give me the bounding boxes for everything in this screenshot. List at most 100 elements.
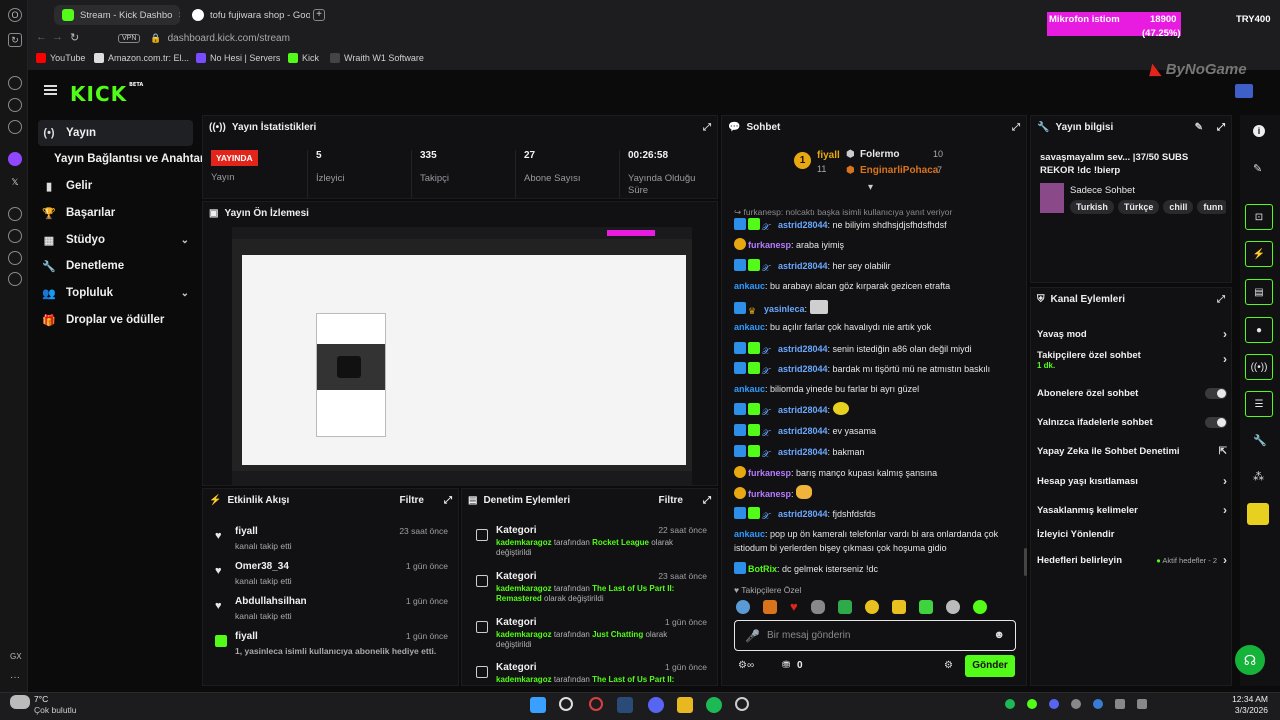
emotes-only-toggle[interactable]: [1205, 416, 1227, 428]
kick-logo[interactable]: KICK BETA: [70, 82, 143, 106]
opera-gx-icon[interactable]: [589, 697, 603, 711]
nav-gelir[interactable]: ▮ Gelir: [38, 173, 193, 199]
start-icon[interactable]: [530, 697, 546, 713]
extensions-icon[interactable]: [8, 251, 22, 265]
top-gifter-name[interactable]: fiyall: [817, 150, 840, 161]
nav-stream-key[interactable]: Yayın Bağlantısı ve Anahtarı: [50, 146, 210, 172]
emote-globe-icon[interactable]: [736, 600, 750, 614]
tag[interactable]: funn: [1197, 200, 1226, 214]
emote-cat-icon[interactable]: [891, 600, 906, 614]
expand-icon[interactable]: ⤢: [703, 122, 711, 133]
x-icon[interactable]: 𝕏: [8, 175, 22, 189]
steam-icon[interactable]: [617, 697, 633, 713]
chat-username[interactable]: ankauc: [734, 529, 765, 539]
emote-cup-icon[interactable]: [918, 600, 933, 614]
filter-button[interactable]: Filtre: [659, 495, 683, 506]
info-icon[interactable]: i: [1253, 125, 1265, 137]
collapse-icon[interactable]: ▾: [868, 182, 873, 193]
bookmark-wraith[interactable]: Wraith W1 Software: [330, 53, 424, 63]
mic-icon[interactable]: 🎤: [745, 629, 760, 643]
chat-scrollbar[interactable]: [1024, 548, 1027, 576]
bookmark-youtube[interactable]: YouTube: [36, 53, 85, 63]
emote-fire-icon[interactable]: [763, 600, 777, 614]
chat-username[interactable]: astrid28044: [778, 405, 828, 415]
rail-chat-icon[interactable]: ●: [1245, 317, 1273, 343]
chat-username[interactable]: ankauc: [734, 322, 765, 332]
tray-network-icon[interactable]: [1115, 699, 1125, 709]
tray-volume-icon[interactable]: [1137, 699, 1147, 709]
tray-headphones-icon[interactable]: [1071, 699, 1081, 709]
tray-spotify-icon[interactable]: [1005, 699, 1015, 709]
chat-username[interactable]: furkanesp: [748, 468, 791, 478]
tray-bluetooth-icon[interactable]: [1093, 699, 1103, 709]
chat-username[interactable]: furkanesp: [748, 240, 791, 250]
cube-icon[interactable]: [8, 98, 22, 112]
chat-username[interactable]: astrid28044: [778, 220, 828, 230]
expand-icon[interactable]: ⤢: [1217, 122, 1225, 133]
rail-broadcast-icon[interactable]: ((•)): [1245, 354, 1273, 380]
filter-button[interactable]: Filtre: [400, 495, 424, 506]
menu-icon[interactable]: [44, 85, 57, 95]
emote-frame-icon[interactable]: [837, 600, 852, 614]
action-set-goals[interactable]: Hedefleri belirleyin ● Aktif hedefler - 2…: [1037, 549, 1227, 571]
action-banned-words[interactable]: Yasaklanmış kelimeler ›: [1037, 499, 1227, 521]
expand-icon[interactable]: ⤢: [1217, 294, 1225, 305]
expand-icon[interactable]: ⤢: [1012, 122, 1020, 133]
nav-denetleme[interactable]: 🔧 Denetleme: [38, 253, 193, 279]
action-followers-only[interactable]: Takipçilere özel sohbet 1 dk. ›: [1037, 350, 1227, 376]
emote-heart-icon[interactable]: ♥: [790, 600, 798, 616]
compass-icon[interactable]: [8, 76, 22, 90]
more-icon[interactable]: ···: [10, 672, 20, 683]
emote-kick-icon[interactable]: [972, 600, 987, 614]
action-account-age[interactable]: Hesap yaşı kısıtlaması ›: [1037, 470, 1227, 492]
action-emotes-only[interactable]: Yalnızca ifadelerle sohbet: [1037, 411, 1227, 433]
gear-icon[interactable]: ⚙: [944, 660, 953, 671]
preview-video[interactable]: [232, 227, 692, 485]
tray-app-icon[interactable]: [1027, 699, 1037, 709]
back-icon[interactable]: ←: [36, 31, 47, 43]
help-chat-icon[interactable]: ☊: [1235, 645, 1265, 675]
history-icon[interactable]: [8, 229, 22, 243]
action-redirect-viewers[interactable]: İzleyici Yönlendir: [1037, 523, 1227, 545]
forward-icon[interactable]: →: [52, 31, 63, 43]
emote-face-icon[interactable]: [810, 600, 825, 614]
gifter-name[interactable]: EnginarliPohaca: [860, 165, 938, 176]
chat-username[interactable]: BotRix: [748, 564, 777, 574]
nav-topluluk[interactable]: 👥 Topluluk ⌄: [38, 280, 193, 306]
spotify-icon[interactable]: [8, 207, 22, 221]
edit-icon[interactable]: ✎: [1195, 122, 1203, 133]
wrench-icon[interactable]: 🔧: [1253, 434, 1267, 447]
reload-page-icon[interactable]: ↻: [70, 31, 79, 44]
new-tab-icon[interactable]: +: [313, 9, 325, 21]
action-ai-moderation[interactable]: Yapay Zeka ile Sohbet Denetimi ⇱: [1037, 440, 1227, 462]
rail-gift-icon[interactable]: [1247, 503, 1269, 525]
close-tab-icon[interactable]: ×: [178, 10, 180, 21]
nav-studyo[interactable]: ▦ Stüdyo ⌄: [38, 227, 193, 253]
tab-google[interactable]: tofu fujiwara shop - Googl ×: [184, 5, 310, 25]
send-button[interactable]: Gönder: [965, 655, 1015, 677]
chat-settings-icon[interactable]: ⚙∞: [738, 660, 754, 671]
rail-clip-icon[interactable]: ⊡: [1245, 204, 1273, 230]
chat-username[interactable]: astrid28044: [778, 509, 828, 519]
action-slow-mode[interactable]: Yavaş mod ›: [1037, 323, 1227, 345]
rail-list-icon[interactable]: ☰: [1245, 391, 1273, 417]
chat-username[interactable]: ankauc: [734, 281, 765, 291]
chat-username[interactable]: astrid28044: [778, 261, 828, 271]
bookmark-kick[interactable]: Kick: [288, 53, 319, 63]
chat-username[interactable]: yasinleca: [764, 304, 805, 314]
bookmark-amazon[interactable]: Amazon.com.tr: El...: [94, 53, 189, 63]
tag[interactable]: Türkçe: [1117, 200, 1160, 214]
emoji-picker-icon[interactable]: ☻: [993, 629, 1005, 641]
expand-icon[interactable]: ⤢: [444, 495, 452, 506]
twitch-icon[interactable]: [8, 152, 22, 166]
address-bar[interactable]: VPN 🔒 dashboard.kick.com/stream: [118, 30, 538, 46]
chat-input[interactable]: 🎤 Bir mesaj gönderin ☻: [734, 620, 1016, 651]
discord-icon[interactable]: [648, 697, 664, 713]
gifter-name[interactable]: Folermo: [860, 149, 899, 160]
bookmark-nohesi[interactable]: No Hesi | Servers: [196, 53, 280, 63]
emote-skull-icon[interactable]: [945, 600, 960, 614]
chat-username[interactable]: astrid28044: [778, 344, 828, 354]
tag[interactable]: chill: [1163, 200, 1194, 214]
search-icon[interactable]: [559, 697, 573, 711]
spotify-icon[interactable]: [706, 697, 722, 713]
